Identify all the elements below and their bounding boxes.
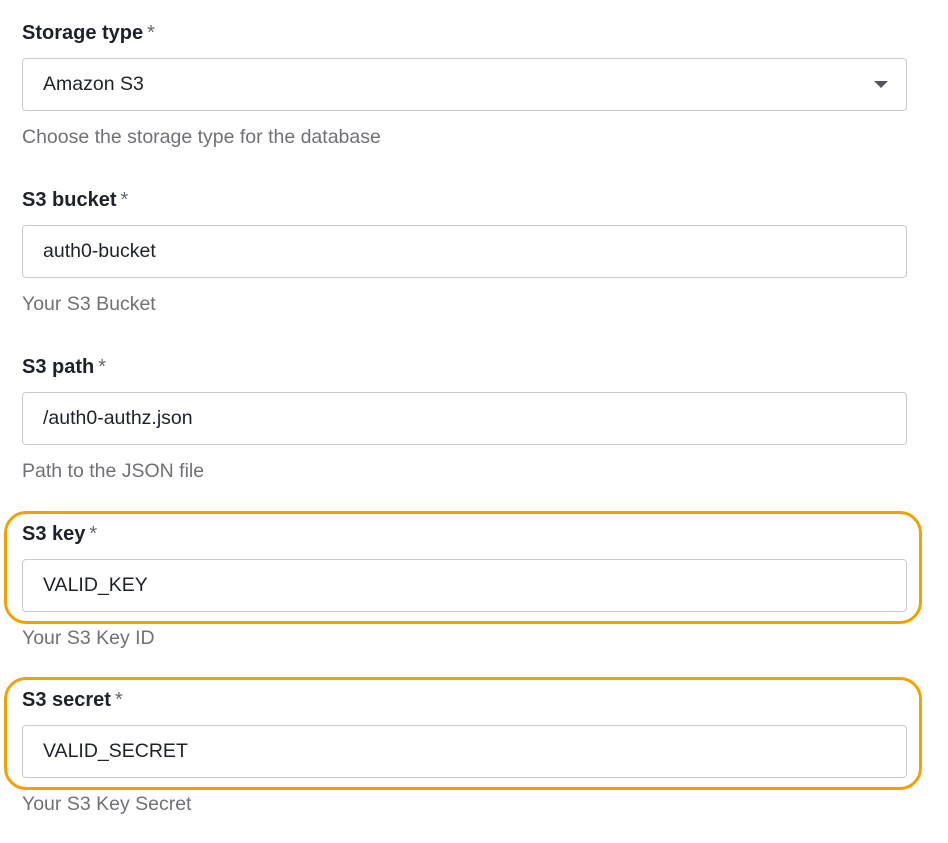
s3-bucket-value: auth0-bucket	[43, 240, 156, 262]
s3-secret-value: VALID_SECRET	[43, 740, 188, 762]
storage-type-label: Storage type *	[22, 21, 155, 45]
s3-bucket-label: S3 bucket *	[22, 188, 128, 212]
s3-key-value: VALID_KEY	[43, 574, 148, 596]
required-marker: *	[147, 22, 155, 44]
s3-path-help: Path to the JSON file	[22, 460, 205, 482]
s3-secret-label-text: S3 secret	[22, 689, 111, 711]
s3-bucket-help: Your S3 Bucket	[22, 293, 156, 315]
s3-bucket-label-text: S3 bucket	[22, 189, 117, 211]
s3-key-input[interactable]: VALID_KEY	[22, 559, 907, 612]
storage-type-select[interactable]: Amazon S3	[22, 58, 907, 111]
s3-secret-label: S3 secret *	[22, 688, 123, 712]
storage-type-value: Amazon S3	[43, 73, 144, 95]
s3-path-value: /auth0-authz.json	[43, 407, 193, 429]
storage-type-help: Choose the storage type for the database	[22, 126, 381, 148]
s3-key-label: S3 key *	[22, 522, 97, 546]
s3-secret-help: Your S3 Key Secret	[22, 793, 192, 815]
s3-key-help: Your S3 Key ID	[22, 627, 155, 649]
s3-key-label-text: S3 key	[22, 523, 86, 545]
s3-secret-input[interactable]: VALID_SECRET	[22, 725, 907, 778]
s3-path-input[interactable]: /auth0-authz.json	[22, 392, 907, 445]
required-marker: *	[120, 189, 129, 211]
required-marker: *	[89, 523, 98, 545]
chevron-down-icon	[874, 81, 888, 88]
s3-path-label-text: S3 path	[22, 356, 95, 378]
s3-path-label: S3 path *	[22, 355, 106, 379]
required-marker: *	[114, 689, 123, 711]
storage-type-label-text: Storage type	[22, 22, 144, 44]
required-marker: *	[98, 356, 107, 378]
s3-bucket-input[interactable]: auth0-bucket	[22, 225, 907, 278]
